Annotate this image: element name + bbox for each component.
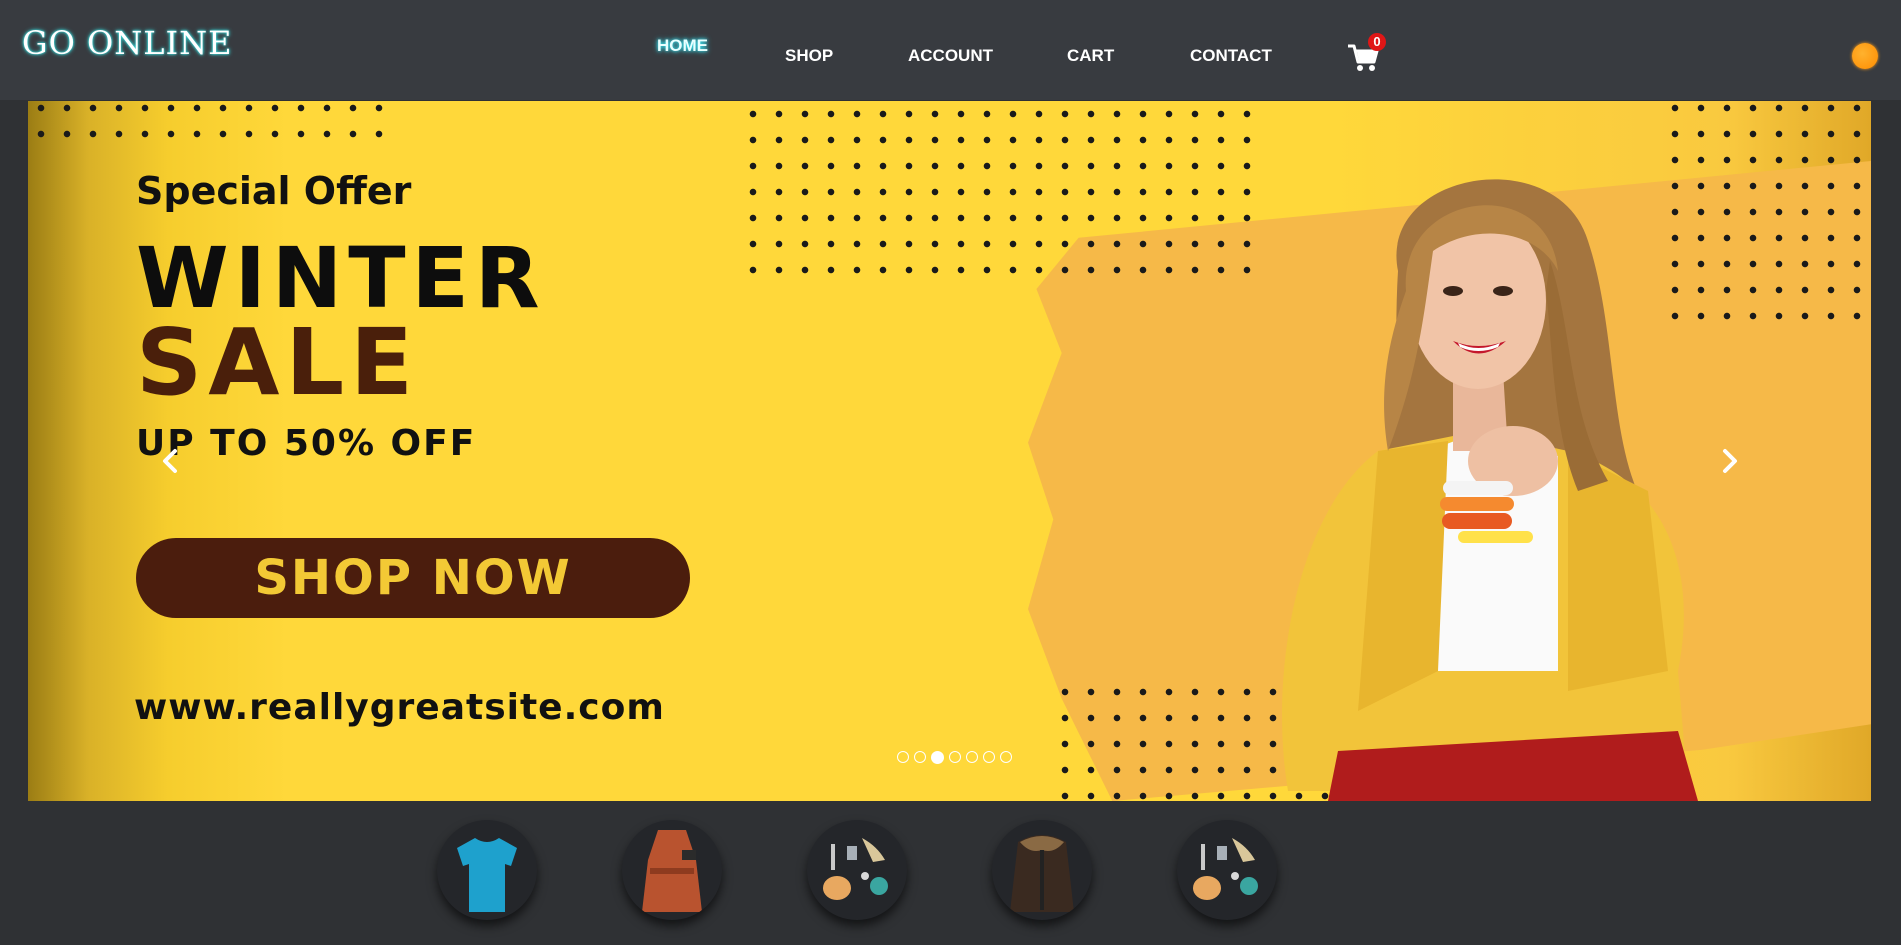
thumbnail-accessories[interactable] [807, 820, 907, 920]
nav-shop[interactable]: SHOP [785, 46, 833, 66]
dot-pattern [740, 101, 1260, 291]
headline-sale: SALE [136, 309, 419, 416]
chevron-right-icon[interactable] [1714, 446, 1744, 476]
carousel-indicators [897, 751, 1012, 765]
model-photo [1282, 179, 1698, 801]
thumbnail-fur-jacket[interactable] [992, 820, 1092, 920]
nav-contact[interactable]: CONTACT [1190, 46, 1272, 66]
discount-text: UP TO 50% OFF [136, 423, 477, 464]
navbar: GO ONLINE HOME SHOP ACCOUNT CART CONTACT… [0, 0, 1901, 100]
site-logo[interactable]: GO ONLINE [22, 24, 232, 62]
carousel-indicator[interactable] [897, 751, 909, 763]
chevron-left-icon[interactable] [156, 446, 186, 476]
cart-count-badge: 0 [1368, 33, 1386, 51]
nav-account[interactable]: ACCOUNT [908, 46, 993, 66]
thumbnail-trench-coat[interactable] [622, 820, 722, 920]
special-offer-label: Special Offer [136, 169, 412, 213]
nav-home[interactable]: HOME [657, 36, 708, 56]
sun-icon[interactable] [1852, 43, 1878, 69]
thumbnail-accessories-2[interactable] [1177, 820, 1277, 920]
hero-carousel: Special Offer WINTER SALE UP TO 50% OFF … [28, 101, 1871, 801]
carousel-indicator[interactable] [966, 751, 978, 763]
carousel-indicator[interactable] [983, 751, 995, 763]
carousel-indicator-active[interactable] [931, 751, 944, 764]
carousel-indicator[interactable] [1000, 751, 1012, 763]
nav-cart[interactable]: CART [1067, 46, 1114, 66]
dot-pattern [28, 101, 388, 155]
carousel-indicator[interactable] [949, 751, 961, 763]
carousel-indicator[interactable] [914, 751, 926, 763]
site-url: www.reallygreatsite.com [134, 687, 665, 728]
thumbnail-blue-tshirt[interactable] [437, 820, 537, 920]
shop-now-button[interactable]: SHOP NOW [136, 538, 690, 618]
